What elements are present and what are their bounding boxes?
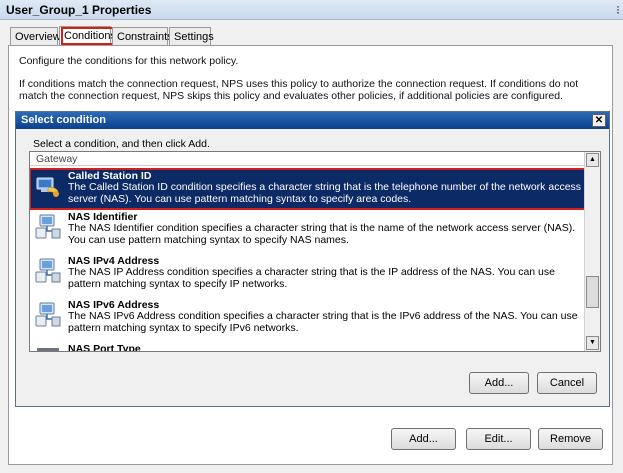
condition-item-nas-ipv4-address[interactable]: NAS IPv4 Address The NAS IP Address cond…	[30, 254, 586, 297]
dialog-title-bar[interactable]: Select condition ✕	[16, 112, 609, 129]
window-title: User_Group_1 Properties	[6, 3, 152, 17]
tab-settings[interactable]: Settings	[169, 27, 214, 46]
list-scrollbar[interactable]: ▲ ▼	[584, 152, 600, 351]
add-condition-button[interactable]: Add...	[391, 428, 456, 450]
condition-item-description: The NAS IPv6 Address condition specifies…	[68, 310, 578, 334]
dialog-cancel-button[interactable]: Cancel	[537, 372, 597, 394]
scroll-down-icon[interactable]: ▼	[586, 336, 599, 350]
condition-item-description: The Called Station ID condition specifie…	[68, 181, 582, 205]
dialog-add-button[interactable]: Add...	[469, 372, 529, 394]
tab-constraints[interactable]: Constraints	[112, 27, 173, 46]
condition-item-description: The NAS IP Address condition specifies a…	[68, 266, 555, 290]
network-server-icon	[35, 214, 61, 239]
condition-item-description: The NAS Identifier condition specifies a…	[68, 222, 576, 246]
condition-list[interactable]: Gateway Called Station ID The Called Sta…	[29, 151, 601, 352]
condition-item-nas-identifier[interactable]: NAS Identifier The NAS Identifier condit…	[30, 210, 586, 253]
phone-computer-icon	[36, 177, 59, 197]
conditions-explanation: If conditions match the connection reque…	[19, 78, 579, 102]
condition-item-called-station-id[interactable]: Called Station ID The Called Station ID …	[30, 168, 587, 210]
port-stack-icon	[37, 348, 59, 351]
condition-item-title: NAS Port Type	[68, 343, 141, 352]
window-edge-icon: ⁝	[616, 3, 620, 17]
dialog-title: Select condition	[21, 114, 106, 126]
close-icon[interactable]: ✕	[592, 114, 606, 127]
remove-condition-button[interactable]: Remove	[538, 428, 603, 450]
scroll-thumb[interactable]	[586, 276, 599, 308]
scroll-up-icon[interactable]: ▲	[586, 153, 599, 167]
dialog-instruction: Select a condition, and then click Add.	[33, 138, 210, 150]
tab-conditions[interactable]: Conditions	[59, 26, 119, 47]
condition-item-nas-ipv6-address[interactable]: NAS IPv6 Address The NAS IPv6 Address co…	[30, 298, 586, 341]
network-server-icon	[35, 258, 61, 283]
network-server-icon	[35, 302, 61, 327]
edit-condition-button[interactable]: Edit...	[466, 428, 531, 450]
select-condition-dialog: Select condition ✕ Select a condition, a…	[15, 111, 610, 407]
conditions-intro: Configure the conditions for this networ…	[19, 55, 239, 67]
list-group-header: Gateway	[30, 152, 586, 166]
window-title-bar[interactable]: User_Group_1 Properties ⁝	[0, 0, 623, 20]
condition-item-nas-port-type[interactable]: NAS Port Type	[30, 342, 586, 352]
tab-overview[interactable]: Overview	[10, 27, 61, 46]
